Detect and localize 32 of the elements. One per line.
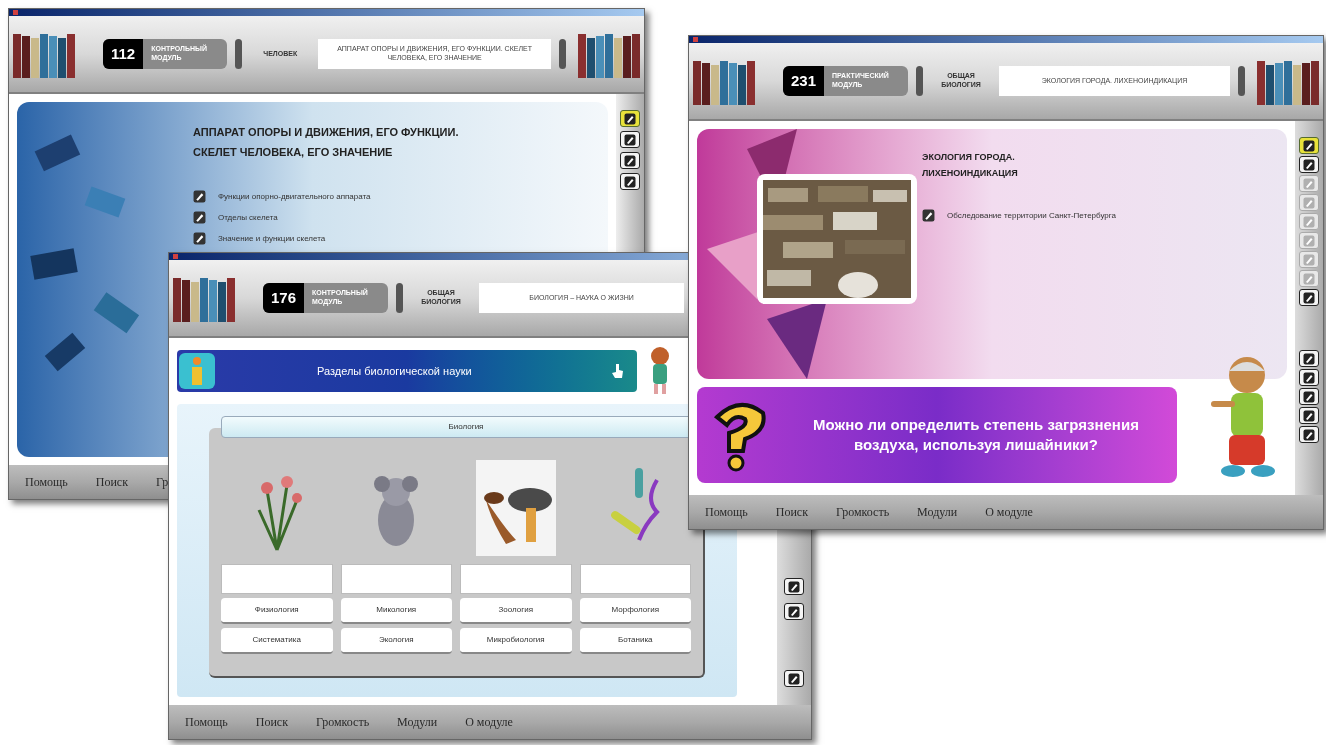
topic-link[interactable]: Значение и функции скелета xyxy=(218,232,326,245)
menu-item[interactable]: Поиск xyxy=(255,713,288,731)
menu-item[interactable]: Помощь xyxy=(25,473,68,491)
lesson-heading: АППАРАТ ОПОРЫ И ДВИЖЕНИЯ, ЕГО ФУНКЦИИ. СКЕЛЕТ ЧЕЛОВЕКА, ЕГО ЗНАЧЕНИЕ xyxy=(193,125,460,160)
module-number: 112 xyxy=(103,39,144,69)
menu-item[interactable]: Поиск xyxy=(95,473,128,491)
option-button[interactable]: Экология xyxy=(340,628,452,654)
menu-item[interactable]: Модули xyxy=(917,503,958,521)
menu-item[interactable]: Громкость xyxy=(836,503,890,521)
option-button[interactable]: Ботаника xyxy=(579,628,691,654)
menu-item[interactable]: Поиск xyxy=(775,503,808,521)
question-text: Можно ли определить степень загрязнения воздуха, используя лишайники? xyxy=(812,415,1140,455)
lesson-heading: ЭКОЛОГИЯ ГОРОДА. ЛИХЕНОИНДИКАЦИЯ xyxy=(922,151,1019,180)
option-button[interactable]: Зоология xyxy=(460,598,572,624)
menu-item[interactable]: О модуле xyxy=(985,503,1033,521)
module-number: 231 xyxy=(783,66,825,96)
option-button[interactable]: Микробиология xyxy=(460,628,572,654)
menu-item[interactable]: Помощь xyxy=(185,713,228,731)
menu-item[interactable]: Помощь xyxy=(705,503,748,521)
option-button[interactable]: Физиология xyxy=(221,598,333,624)
topic-link[interactable]: Отделы скелета xyxy=(218,211,278,224)
topic-link[interactable]: Обследование территории Санкт-Петербурга xyxy=(947,209,1116,222)
option-button[interactable]: Морфология xyxy=(579,598,691,624)
menu-item[interactable]: Гр xyxy=(156,473,169,491)
option-button[interactable]: Микология xyxy=(340,598,452,624)
menu-item[interactable]: Модули xyxy=(397,713,438,731)
menu-item[interactable]: О модуле xyxy=(465,713,513,731)
option-button[interactable]: Систематика xyxy=(221,628,333,654)
banner-title: Разделы биологической науки xyxy=(317,363,472,379)
topic-link[interactable]: Функции опорно-двигательного аппарата xyxy=(218,190,371,203)
module-number: 176 xyxy=(263,283,305,313)
menu-item[interactable]: Громкость xyxy=(316,713,370,731)
